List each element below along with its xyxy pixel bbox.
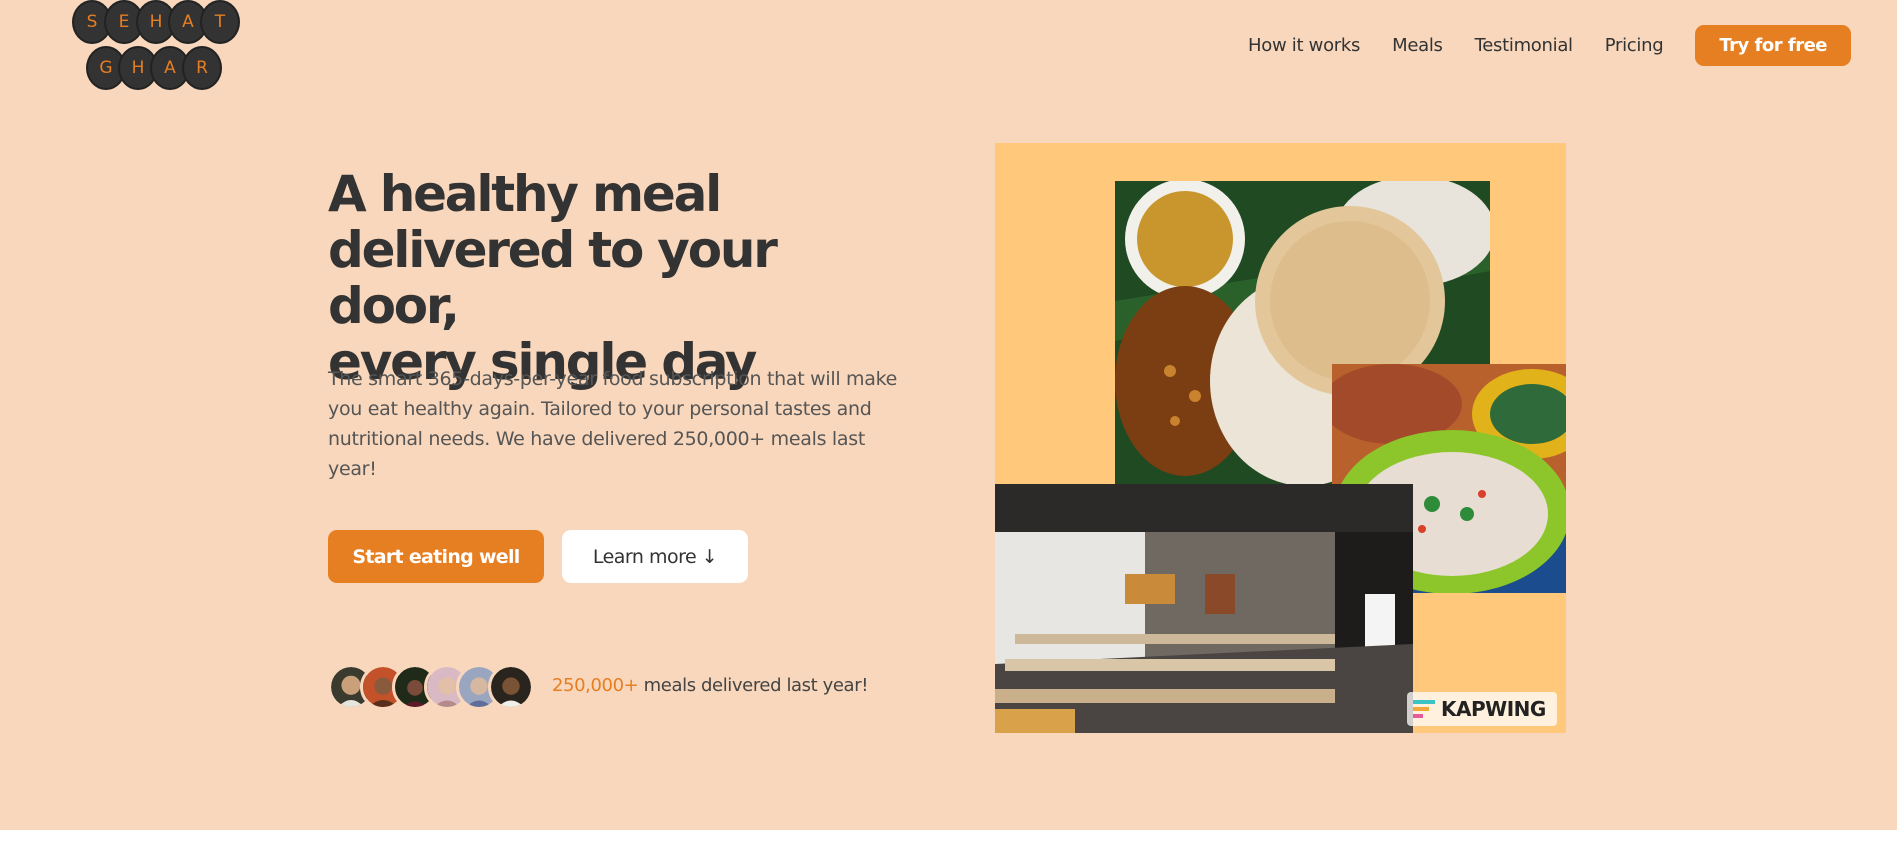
hero-title-line: A healthy meal xyxy=(328,165,722,223)
meals-delivered-stat: 250,000+ meals delivered last year! xyxy=(552,675,868,696)
try-for-free-button[interactable]: Try for free xyxy=(1695,25,1851,66)
kapwing-logo-icon xyxy=(1413,700,1435,718)
kapwing-watermark: KAPWING xyxy=(1407,692,1557,726)
customer-avatars xyxy=(328,664,534,710)
restaurant-illustration xyxy=(995,484,1413,733)
kapwing-watermark-text: KAPWING xyxy=(1441,697,1546,721)
learn-more-button[interactable]: Learn more ↓ xyxy=(562,530,748,583)
logo-letter: R xyxy=(182,46,222,90)
restaurant-interior-image xyxy=(995,484,1413,733)
nav-link-pricing[interactable]: Pricing xyxy=(1605,35,1664,56)
nav-link-meals[interactable]: Meals xyxy=(1392,35,1443,56)
meals-delivered-count: 250,000+ xyxy=(552,675,639,696)
hero-title: A healthy meal delivered to your door, e… xyxy=(328,166,888,390)
nav-link-testimonial[interactable]: Testimonial xyxy=(1475,35,1573,56)
avatar xyxy=(488,664,534,710)
page-bottom-strip xyxy=(0,830,1897,841)
hero-title-line: delivered to your door, xyxy=(328,221,778,335)
meals-delivered-text: meals delivered last year! xyxy=(638,675,869,696)
hero-image-collage: KAPWING xyxy=(995,143,1566,733)
main-nav: How it works Meals Testimonial Pricing T… xyxy=(1248,25,1851,66)
hero-description: The smart 365-days-per-year food subscri… xyxy=(328,368,898,480)
logo-row-bottom: G H A R xyxy=(86,46,222,90)
nav-link-how-it-works[interactable]: How it works xyxy=(1248,35,1360,56)
sehat-ghar-logo[interactable]: S E H A T G H A R xyxy=(72,0,240,92)
logo-row-top: S E H A T xyxy=(72,0,240,44)
logo-letter: T xyxy=(200,0,240,44)
start-eating-well-button[interactable]: Start eating well xyxy=(328,530,544,583)
